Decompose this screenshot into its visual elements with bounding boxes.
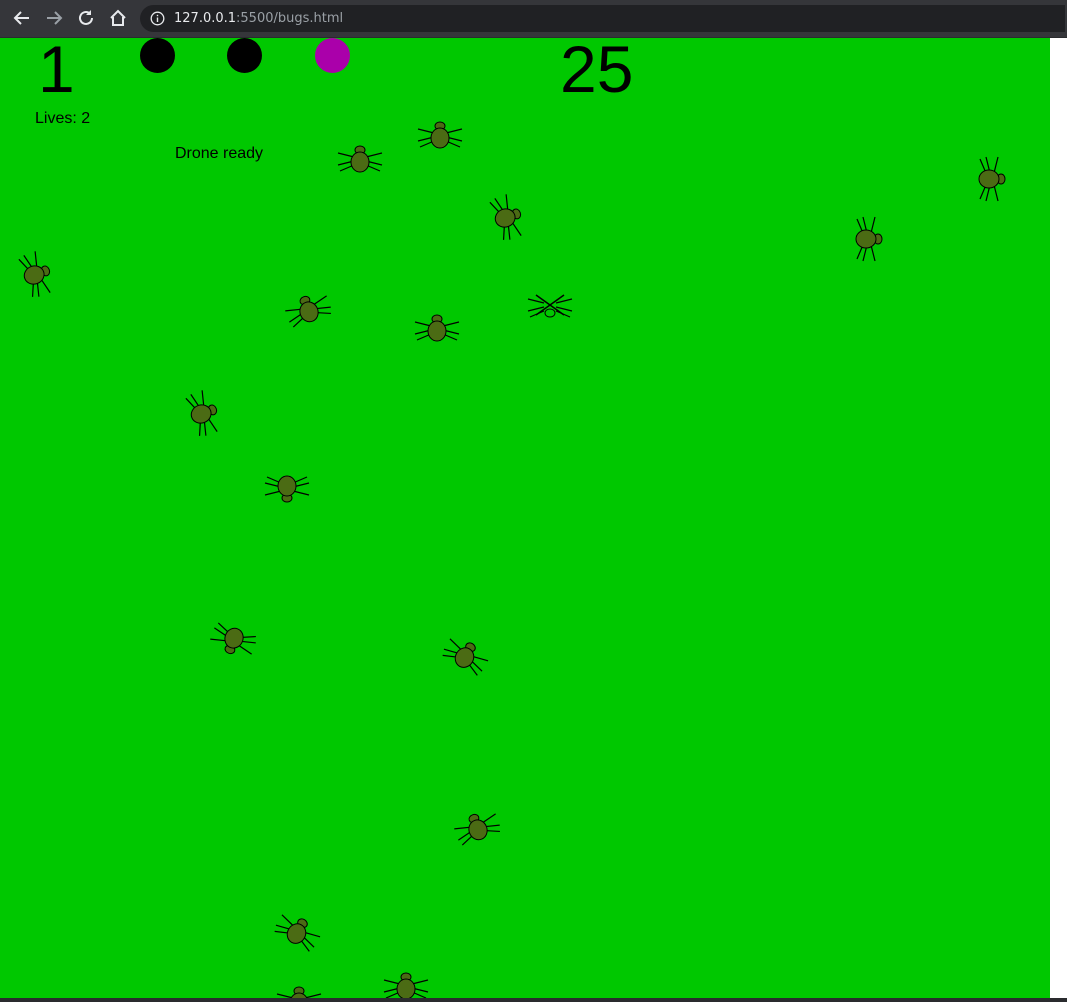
bug-sprite[interactable] (272, 909, 323, 954)
bug-sprite[interactable] (276, 986, 322, 998)
url-host: 127.0.0.1 (174, 11, 237, 26)
bug-sprite[interactable] (414, 314, 460, 342)
forward-icon[interactable] (42, 6, 66, 30)
url-text[interactable]: 127.0.0.1:5500/bugs.html (174, 11, 343, 26)
page-margin (1050, 38, 1067, 998)
home-icon[interactable] (106, 6, 130, 30)
browser-toolbar: 127.0.0.1:5500/bugs.html (0, 0, 1067, 38)
bug-sprite[interactable] (264, 475, 310, 503)
squashed-bug[interactable] (527, 294, 573, 318)
bug-sprite[interactable] (417, 121, 463, 149)
bug-sprite[interactable] (184, 388, 223, 438)
bug-sprite[interactable] (17, 249, 56, 299)
bug-sprite[interactable] (452, 807, 502, 846)
info-icon[interactable] (150, 11, 165, 26)
game-canvas[interactable]: 1 25 Lives: 2 Drone ready (0, 38, 1050, 998)
bug-sprite[interactable] (978, 156, 1006, 202)
reload-icon[interactable] (74, 6, 98, 30)
url-path: :5500/bugs.html (236, 11, 344, 26)
bug-sprite[interactable] (337, 145, 383, 173)
address-bar[interactable]: 127.0.0.1:5500/bugs.html (140, 5, 1065, 32)
window-bottom-edge (0, 998, 1067, 1002)
bug-sprite[interactable] (440, 633, 491, 678)
bug-sprite[interactable] (855, 216, 883, 262)
bug-layer (17, 121, 1006, 998)
bug-sprite[interactable] (283, 289, 333, 328)
bug-sprite[interactable] (383, 972, 429, 998)
bug-sprite[interactable] (208, 621, 258, 660)
bug-sprite[interactable] (488, 192, 527, 242)
back-icon[interactable] (10, 6, 34, 30)
